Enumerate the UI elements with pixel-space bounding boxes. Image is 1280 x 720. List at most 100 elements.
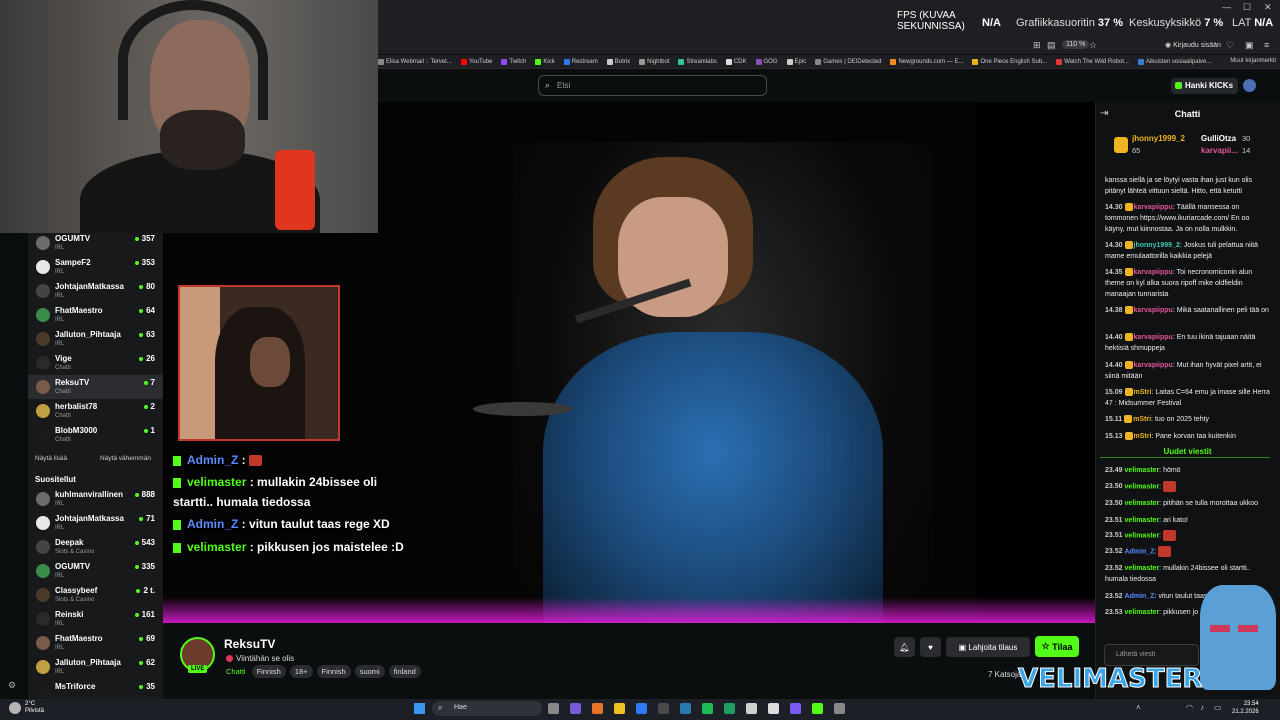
taskbar-app-icon[interactable] bbox=[790, 703, 801, 714]
taskbar-app-icon[interactable] bbox=[812, 703, 823, 714]
bookmark-item[interactable]: Botrix bbox=[606, 58, 630, 65]
get-kicks-button[interactable]: Hanki KICKs bbox=[1171, 78, 1239, 94]
sidebar-channel[interactable]: kuhlmanvirallinen IRL 888 bbox=[28, 487, 163, 511]
bookmark-item[interactable]: One Piece English Sub... bbox=[972, 58, 1047, 65]
wifi-icon[interactable]: ◠ bbox=[1186, 703, 1193, 712]
bookmark-item[interactable]: Nightbot bbox=[639, 58, 669, 65]
weather-widget[interactable]: 2°C Pilvistä bbox=[25, 701, 44, 715]
maximize-icon[interactable]: ☐ bbox=[1243, 2, 1251, 13]
chat-username[interactable]: mStri bbox=[1133, 416, 1151, 423]
bookmark-item[interactable]: CDK bbox=[725, 58, 747, 65]
chat-username[interactable]: velimaster bbox=[1125, 532, 1160, 539]
battery-icon[interactable]: ▭ bbox=[1214, 703, 1222, 712]
notification-bell-icon[interactable]: 🔔︎ bbox=[894, 637, 915, 657]
pocket-icon[interactable]: ♡ bbox=[1226, 40, 1234, 51]
sidebar-channel[interactable]: OGUMTV IRL 357 bbox=[28, 231, 163, 255]
bookmark-item[interactable]: Elisa Webmail :: Tervet... bbox=[378, 58, 452, 65]
taskbar-search[interactable]: ⌕ Hae bbox=[432, 701, 542, 716]
sidebar-channel[interactable]: FhatMaestro IRL 64 bbox=[28, 303, 163, 327]
chat-username[interactable]: velimaster bbox=[1125, 500, 1160, 507]
bookmark-item[interactable]: Streamlabs bbox=[678, 58, 717, 65]
chat-username[interactable]: velimaster bbox=[1125, 467, 1160, 474]
menu-icon[interactable]: ≡ bbox=[1264, 40, 1269, 50]
search-input[interactable]: ⌕ Etsi bbox=[538, 75, 767, 96]
star-icon[interactable]: ☆ bbox=[1089, 40, 1097, 51]
tag[interactable]: Finnish bbox=[251, 665, 286, 678]
gift-sub-button[interactable]: ▣ Lahjoita tilaus bbox=[946, 637, 1030, 657]
chat-username[interactable]: karvapiippu bbox=[1134, 269, 1173, 276]
subscribe-button[interactable]: ☆ Tilaa bbox=[1035, 636, 1079, 657]
show-more-link[interactable]: Näytä lisää bbox=[35, 455, 67, 462]
chat-username[interactable]: mStri bbox=[1134, 389, 1152, 396]
bookmark-item[interactable]: Watch The Wild Robot... bbox=[1056, 58, 1129, 65]
sidebar-channel[interactable]: JohtajanMatkassa IRL 80 bbox=[28, 279, 163, 303]
tag[interactable]: finland bbox=[388, 665, 421, 678]
bookmark-item[interactable]: Twitch bbox=[501, 58, 526, 65]
show-less-link[interactable]: Näytä vähemmän bbox=[100, 455, 151, 462]
minimize-icon[interactable]: — bbox=[1222, 2, 1231, 12]
other-bookmarks[interactable]: Muut kirjanmerkit bbox=[1230, 58, 1276, 64]
tag[interactable]: 18+ bbox=[289, 665, 313, 678]
taskbar-app-icon[interactable] bbox=[570, 703, 581, 714]
chat-username[interactable]: karvapiippu bbox=[1134, 362, 1173, 369]
start-button-icon[interactable] bbox=[414, 703, 425, 714]
bookmark-item[interactable]: GOG bbox=[755, 58, 778, 65]
bookmark-item[interactable]: Restream bbox=[563, 58, 598, 65]
taskbar-app-icon[interactable] bbox=[636, 703, 647, 714]
sidebar-channel[interactable]: Classybeef Slots & Casino 2 t. bbox=[28, 583, 163, 607]
taskbar-app-icon[interactable] bbox=[592, 703, 603, 714]
taskbar-app-icon[interactable] bbox=[746, 703, 757, 714]
sidebar-channel[interactable]: JohtajanMatkassa IRL 71 bbox=[28, 511, 163, 535]
bookmark-item[interactable]: YouTube bbox=[460, 58, 492, 65]
extension-icon[interactable]: ▣ bbox=[1245, 40, 1254, 51]
screenshot-icon[interactable]: ⊞ bbox=[1033, 40, 1041, 51]
chat-username[interactable]: karvapiippu bbox=[1134, 334, 1173, 341]
sidebar-channel[interactable]: Jalluton_Pihtaaja IRL 63 bbox=[28, 327, 163, 351]
sidebar-channel[interactable]: BlobM3000 Chatti 1 bbox=[28, 423, 163, 447]
chat-username[interactable]: velimaster bbox=[1125, 483, 1160, 490]
gifter-name[interactable]: jhonny1999_2 bbox=[1132, 134, 1185, 143]
reader-icon[interactable]: ▤ bbox=[1047, 40, 1056, 51]
follow-heart-icon[interactable]: ♥ bbox=[920, 637, 941, 657]
sidebar-channel[interactable]: SampeF2 IRL 353 bbox=[28, 255, 163, 279]
taskbar-app-icon[interactable] bbox=[702, 703, 713, 714]
sidebar-channel[interactable]: herbalist78 Chatti 2 bbox=[28, 399, 163, 423]
taskbar-app-icon[interactable] bbox=[834, 703, 845, 714]
bookmark-item[interactable]: Games | DEIDetected bbox=[815, 58, 881, 65]
chat-username[interactable]: Admin_Z bbox=[1125, 548, 1155, 555]
clock[interactable]: 23.54 21.2.2026 bbox=[1232, 700, 1259, 716]
streamer-name[interactable]: ReksuTV bbox=[224, 637, 275, 651]
sidebar-channel[interactable]: Jalluton_Pihtaaja IRL 62 bbox=[28, 655, 163, 679]
chat-username[interactable]: karvapiippu bbox=[1134, 307, 1173, 314]
close-icon[interactable]: ✕ bbox=[1264, 2, 1272, 13]
volume-icon[interactable]: ♪ bbox=[1200, 703, 1204, 712]
chat-username[interactable]: velimaster bbox=[1125, 609, 1160, 616]
chat-username[interactable]: Admin_Z bbox=[1125, 593, 1155, 600]
chat-username[interactable]: karvapiippu bbox=[1134, 204, 1173, 211]
taskbar-app-icon[interactable] bbox=[548, 703, 559, 714]
bookmark-item[interactable]: Kick bbox=[535, 58, 555, 65]
taskbar-app-icon[interactable] bbox=[658, 703, 669, 714]
gifter-name[interactable]: karvapii... bbox=[1201, 146, 1238, 155]
chat-message-input[interactable]: Lähetä viesti bbox=[1104, 644, 1199, 666]
taskbar-app-icon[interactable] bbox=[680, 703, 691, 714]
tag[interactable]: Finnish bbox=[316, 665, 351, 678]
sidebar-channel[interactable]: OGUMTV IRL 335 bbox=[28, 559, 163, 583]
sidebar-channel[interactable]: FhatMaestro IRL 69 bbox=[28, 631, 163, 655]
chat-username[interactable]: mStri bbox=[1134, 433, 1152, 440]
bookmark-item[interactable]: Epic bbox=[786, 58, 806, 65]
tray-chevron-icon[interactable]: ˄ bbox=[1136, 703, 1141, 712]
signin-button[interactable]: ◉ Kirjaudu sisään bbox=[1165, 41, 1221, 49]
taskbar-app-icon[interactable] bbox=[724, 703, 735, 714]
tag[interactable]: suomi bbox=[354, 665, 385, 678]
taskbar-app-icon[interactable] bbox=[768, 703, 779, 714]
user-avatar[interactable] bbox=[1243, 79, 1256, 92]
sidebar-channel[interactable]: Vige Chatti 26 bbox=[28, 351, 163, 375]
bookmark-item[interactable]: Aikuisten sosiaalipalve... bbox=[1137, 58, 1211, 65]
sidebar-channel[interactable]: ReksuTV Chatti 7 bbox=[28, 375, 163, 399]
stream-category[interactable]: Chatti bbox=[224, 665, 248, 678]
sidebar-channel[interactable]: Deepak Slots & Casino 543 bbox=[28, 535, 163, 559]
chat-username[interactable]: jhonny1999_2 bbox=[1134, 242, 1180, 249]
taskbar-app-icon[interactable] bbox=[614, 703, 625, 714]
settings-gear-icon[interactable]: ⚙ bbox=[8, 680, 16, 691]
